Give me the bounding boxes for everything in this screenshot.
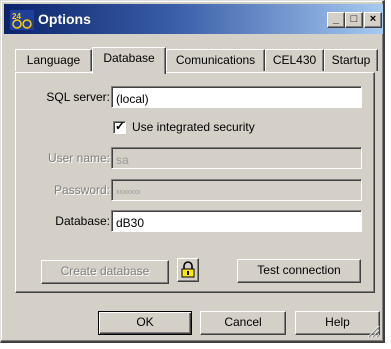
test-connection-button[interactable]: Test connection [237,259,361,283]
resize-grip-icon[interactable] [366,324,380,338]
tab-startup[interactable]: Startup [324,49,378,71]
database-label: Database: [55,214,110,228]
integrated-security-label: Use integrated security [132,120,255,134]
lock-button[interactable] [177,258,199,282]
tab-comunications[interactable]: Comunications [166,49,265,71]
sql-server-label: SQL server: [46,90,110,104]
ok-button[interactable]: OK [98,311,192,335]
title-bar[interactable]: 24 Options _ □ × [4,4,383,34]
tab-cel430[interactable]: CEL430 [265,49,324,71]
window-title: Options [38,11,91,27]
minimize-button[interactable]: _ [327,12,345,28]
options-dialog: 24 Options _ □ × Language Database Comun… [0,0,385,343]
integrated-security-checkbox[interactable]: ✓ [113,119,126,134]
cancel-button[interactable]: Cancel [200,311,286,335]
padlock-icon [181,261,195,278]
username-input[interactable] [111,147,362,169]
create-database-button[interactable]: Create database [41,260,169,284]
password-input[interactable] [111,179,362,201]
maximize-button[interactable]: □ [345,12,363,28]
database-input[interactable] [111,210,362,232]
sql-server-input[interactable] [111,86,362,108]
tab-language[interactable]: Language [15,49,92,71]
password-label: Password: [53,183,110,197]
app-icon: 24 [10,10,34,30]
username-label: User name: [47,151,110,165]
close-button[interactable]: × [364,12,382,28]
check-icon: ✓ [115,119,126,133]
tab-database[interactable]: Database [92,47,166,74]
database-panel: SQL server: ✓ Use integrated security Us… [15,72,375,293]
